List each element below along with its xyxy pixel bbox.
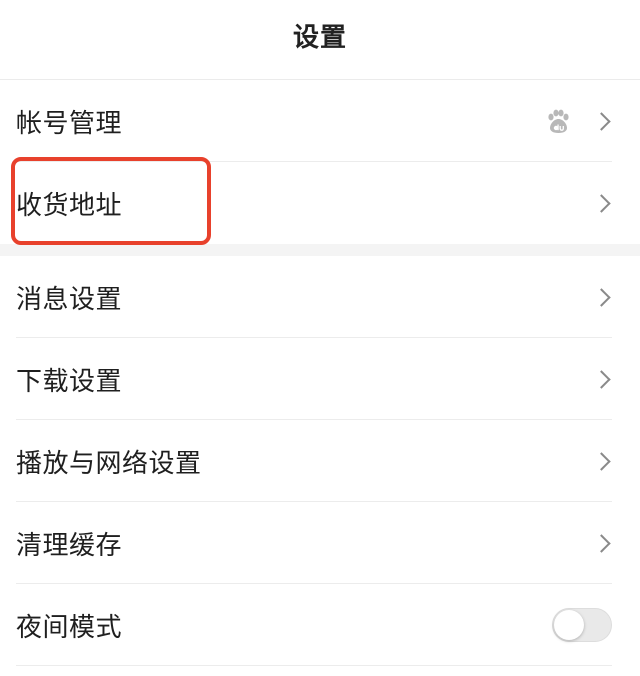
section-separator (0, 244, 640, 256)
settings-row-clear-cache[interactable]: 清理缓存 (0, 502, 640, 584)
baidu-icon (548, 109, 569, 133)
row-label: 下载设置 (16, 366, 123, 397)
chevron-right-icon (592, 451, 611, 471)
night-mode-toggle[interactable] (552, 608, 612, 642)
navigation-bar: 设置 (0, 0, 640, 80)
row-label: 帐号管理 (16, 108, 123, 139)
chevron-right-icon (592, 111, 611, 131)
chevron-right-icon (592, 533, 611, 553)
settings-group-general: 消息设置 下载设置 播放与网络设置 清理缓存 夜间模式 (0, 256, 640, 666)
chevron-right-icon (592, 287, 611, 307)
settings-row-playback-network-settings[interactable]: 播放与网络设置 (0, 420, 640, 502)
row-label: 清理缓存 (16, 530, 123, 561)
settings-row-download-settings[interactable]: 下载设置 (0, 338, 640, 420)
settings-row-night-mode: 夜间模式 (0, 584, 640, 666)
row-label: 播放与网络设置 (16, 448, 202, 479)
toggle-knob (554, 610, 584, 640)
settings-row-shipping-address[interactable]: 收货地址 (0, 162, 640, 244)
page-title: 设置 (292, 23, 347, 53)
row-label: 夜间模式 (16, 612, 123, 643)
settings-group-account: 帐号管理 收货地址 (0, 80, 640, 244)
settings-page: 设置 帐号管理 收货地址 消息设置 下载设置 播放与网络设置 清理缓存 夜间模式 (0, 0, 640, 676)
chevron-right-icon (592, 193, 611, 213)
row-label: 收货地址 (16, 190, 123, 221)
settings-row-account-management[interactable]: 帐号管理 (0, 80, 640, 162)
settings-row-message-settings[interactable]: 消息设置 (0, 256, 640, 338)
chevron-right-icon (592, 369, 611, 389)
row-label: 消息设置 (16, 284, 123, 315)
